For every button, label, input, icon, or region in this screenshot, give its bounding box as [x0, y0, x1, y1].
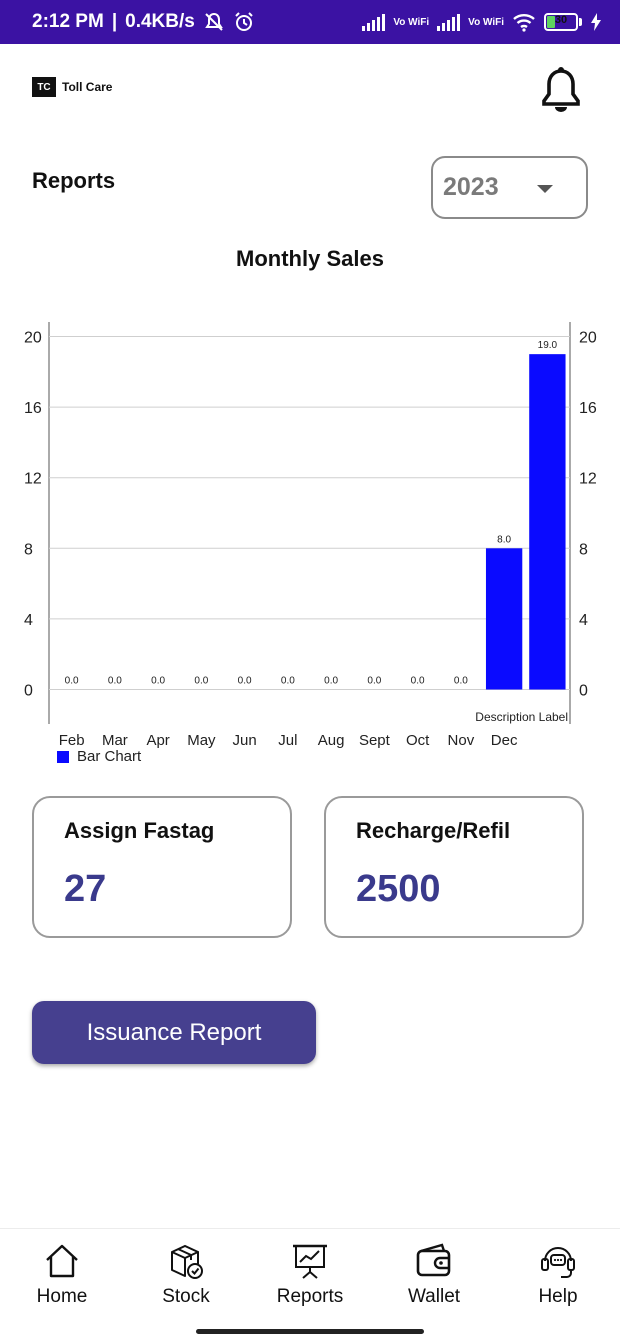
- bar-value-label: 0.0: [454, 676, 468, 687]
- vowifi-label: Vo WiFi: [468, 16, 504, 28]
- x-tick-label: Apr: [146, 732, 169, 749]
- x-tick-label: Feb: [59, 732, 85, 749]
- legend-swatch: [57, 750, 69, 763]
- nav-label-reports: Reports: [276, 1286, 344, 1307]
- status-time: 2:12 PM: [32, 11, 104, 32]
- x-tick-label: Dec: [491, 732, 518, 749]
- bar-value-label: 0.0: [108, 676, 122, 687]
- y-tick-label-left: 20: [24, 330, 42, 347]
- x-tick-label: Oct: [406, 732, 430, 749]
- nav-item-help[interactable]: Help: [508, 1241, 608, 1308]
- caret-down-icon: [537, 185, 553, 193]
- bottom-nav: Home Stock Reports Wallet Help: [0, 1228, 620, 1344]
- y-tick-label-right: 4: [579, 612, 588, 629]
- bar-value-label: 8.0: [497, 534, 511, 545]
- y-tick-label-left: 12: [24, 471, 42, 488]
- x-tick-label: May: [187, 732, 216, 749]
- y-tick-label-right: 20: [579, 330, 597, 347]
- support-headset-icon: [541, 1247, 575, 1278]
- notification-bell-icon[interactable]: [540, 64, 582, 114]
- y-tick-label-left: 0: [24, 683, 33, 700]
- chart-title: Monthly Sales: [236, 246, 384, 271]
- x-tick-label: Jun: [233, 732, 257, 749]
- vowifi-label: Vo WiFi: [393, 16, 430, 28]
- wifi-icon: [513, 14, 535, 32]
- chart-legend: Bar Chart: [57, 748, 141, 765]
- issuance-report-button[interactable]: Issuance Report: [32, 1001, 316, 1064]
- app-logo: TC Toll Care: [32, 77, 112, 97]
- year-dropdown[interactable]: 2023: [431, 156, 588, 219]
- status-separator: |: [111, 11, 118, 32]
- x-tick-label: Mar: [102, 732, 128, 749]
- assign-fastag-value: 27: [64, 868, 107, 910]
- description-label: Description Label: [475, 710, 568, 724]
- nav-label-help: Help: [538, 1286, 578, 1307]
- bar: [529, 354, 566, 690]
- recharge-label: Recharge/Refil: [356, 818, 511, 843]
- signal-strength-icon: [362, 13, 386, 31]
- battery-icon: 30: [544, 13, 582, 31]
- logo-text: Toll Care: [62, 80, 113, 94]
- nav-item-stock[interactable]: Stock: [136, 1241, 236, 1308]
- bar-value-label: 0.0: [151, 676, 165, 687]
- bar-chart-svg: 0 0 4 4 8 8 12 12 16 16 20 20 0.0 0.0 0.0 0.0 0.0 0.0 0.0 0…: [24, 322, 597, 749]
- assign-fastag-card[interactable]: Assign Fastag 27: [32, 796, 292, 938]
- battery-level: 30: [554, 14, 568, 26]
- y-tick-label-right: 16: [579, 400, 597, 417]
- nav-item-wallet[interactable]: Wallet: [384, 1241, 484, 1308]
- x-tick-label: Sept: [359, 732, 391, 749]
- y-tick-label-right: 8: [579, 541, 588, 558]
- nav-label-stock: Stock: [162, 1286, 210, 1307]
- bar-value-label: 0.0: [65, 676, 79, 687]
- x-tick-label: Aug: [318, 732, 345, 749]
- y-tick-label-right: 12: [579, 471, 597, 488]
- bar: [485, 548, 523, 690]
- x-tick-label: Nov: [448, 732, 475, 749]
- nav-item-home[interactable]: Home: [12, 1241, 112, 1308]
- nav-label-wallet: Wallet: [407, 1286, 461, 1307]
- assign-fastag-label: Assign Fastag: [64, 818, 215, 843]
- y-tick-label-right: 0: [579, 683, 588, 700]
- year-dropdown-value: 2023: [443, 173, 499, 201]
- x-tick-label: Jul: [278, 732, 297, 749]
- y-tick-label-left: 4: [24, 612, 33, 629]
- y-tick-label-left: 16: [24, 400, 42, 417]
- home-icon: [46, 1244, 78, 1278]
- presentation-chart-icon: [293, 1244, 327, 1279]
- legend-label: Bar Chart: [77, 748, 142, 765]
- nav-item-reports[interactable]: Reports: [260, 1241, 360, 1308]
- recharge-value: 2500: [356, 868, 441, 910]
- alarm-icon: [235, 12, 253, 31]
- bar-value-label: 0.0: [238, 676, 252, 687]
- recharge-card[interactable]: Recharge/Refil 2500: [324, 796, 584, 938]
- charging-icon: [591, 13, 601, 31]
- reports-screen: 2:12 PM | 0.4KB/s Vo WiFi Vo WiFi 30 TC …: [0, 0, 620, 1344]
- status-bar: 2:12 PM | 0.4KB/s Vo WiFi Vo WiFi 30: [0, 0, 620, 44]
- bar-value-label: 19.0: [538, 340, 558, 351]
- page-title: Reports: [32, 168, 116, 193]
- bar-value-label: 0.0: [367, 676, 381, 687]
- status-net-speed: 0.4KB/s: [125, 11, 195, 32]
- nav-label-home: Home: [36, 1286, 88, 1307]
- bar-value-label: 0.0: [281, 676, 295, 687]
- signal-strength-icon: [437, 13, 461, 31]
- bar-value-label: 0.0: [324, 676, 338, 687]
- bar-value-label: 0.0: [411, 676, 425, 687]
- muted-bell-icon: [204, 12, 223, 31]
- status-left: 2:12 PM | 0.4KB/s: [32, 11, 255, 33]
- bar-value-label: 0.0: [194, 676, 208, 687]
- monthly-sales-chart: 0 0 4 4 8 8 12 12 16 16 20 20 0.0 0.0 0.0 0.0 0.0 0.0 0.0 0…: [0, 300, 620, 770]
- y-tick-label-left: 8: [24, 541, 33, 558]
- status-right: Vo WiFi Vo WiFi 30: [362, 12, 602, 32]
- wallet-icon: [416, 1243, 451, 1277]
- home-indicator: [196, 1329, 424, 1334]
- stock-box-icon: [171, 1244, 203, 1279]
- logo-badge: TC: [32, 77, 56, 97]
